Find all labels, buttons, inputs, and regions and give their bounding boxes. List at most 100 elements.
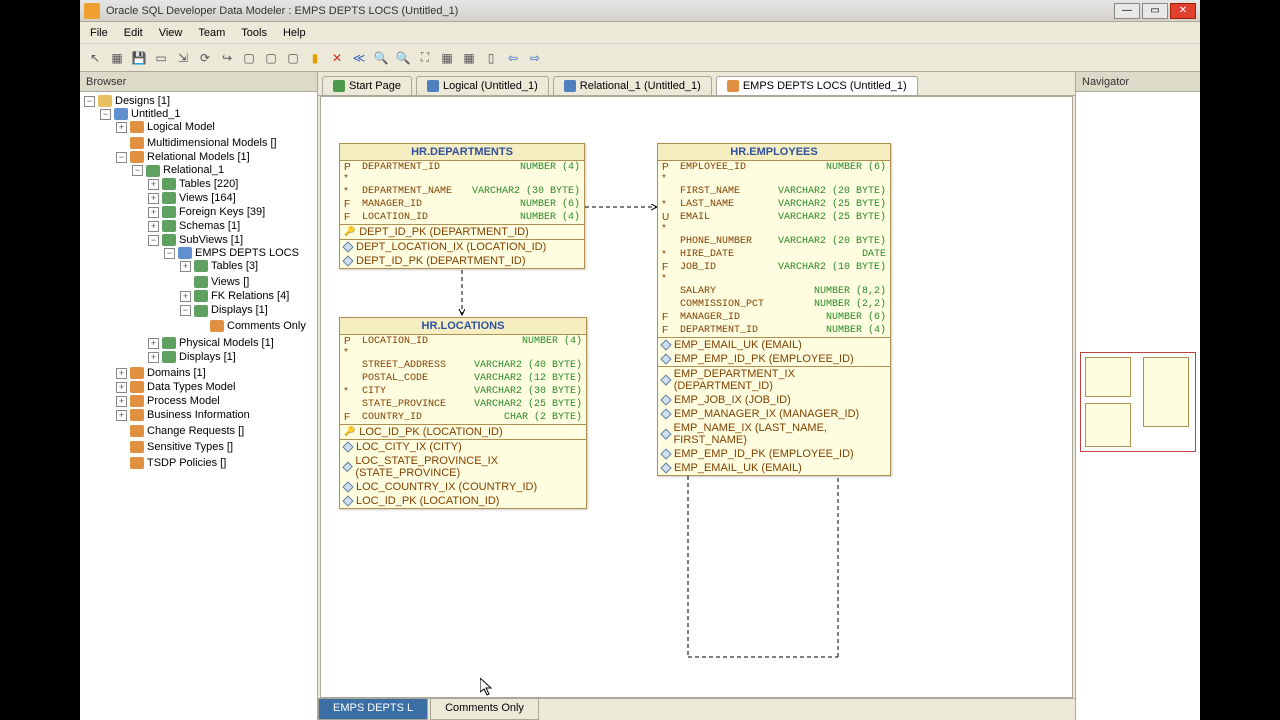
- rewind-icon[interactable]: ≪: [350, 49, 368, 67]
- box2-icon[interactable]: ▢: [262, 49, 280, 67]
- grid-icon[interactable]: ▦: [108, 49, 126, 67]
- entity-title: HR.LOCATIONS: [340, 318, 586, 335]
- editor-tabstrip: Start Page Logical (Untitled_1) Relation…: [318, 72, 1075, 96]
- menu-edit[interactable]: Edit: [118, 25, 149, 41]
- entity-title: HR.DEPARTMENTS: [340, 144, 584, 161]
- import-icon[interactable]: ⇲: [174, 49, 192, 67]
- tree-sensitive[interactable]: Sensitive Types []: [147, 441, 233, 453]
- relational-icon: [564, 80, 576, 92]
- subview-icon: [727, 80, 739, 92]
- column-row: FCOUNTRY_IDCHAR (2 BYTE): [340, 411, 586, 424]
- save-icon[interactable]: 💾: [130, 49, 148, 67]
- tree-relational1[interactable]: Relational_1: [163, 164, 224, 176]
- entity-employees[interactable]: HR.EMPLOYEES P *EMPLOYEE_IDNUMBER (6)FIR…: [657, 143, 891, 476]
- tree-emps-subview[interactable]: EMPS DEPTS LOCS: [195, 247, 299, 259]
- menu-tools[interactable]: Tools: [235, 25, 273, 41]
- toolbar: ↖ ▦ 💾 ▭ ⇲ ⟳ ↪ ▢ ▢ ▢ ▮ ✕ ≪ 🔍 🔍 ⛶ ▦ ▦ ▯ ⇦ …: [80, 44, 1200, 72]
- tree-tsdp[interactable]: TSDP Policies []: [147, 457, 226, 469]
- column-row: STATE_PROVINCEVARCHAR2 (25 BYTE): [340, 398, 586, 411]
- index-row: EMP_NAME_IX (LAST_NAME, FIRST_NAME): [658, 421, 890, 447]
- layout1-icon[interactable]: ▦: [438, 49, 456, 67]
- column-row: P *LOCATION_IDNUMBER (4): [340, 335, 586, 359]
- tree-tables[interactable]: Tables [220]: [179, 178, 238, 190]
- column-row: P *EMPLOYEE_IDNUMBER (6): [658, 161, 890, 185]
- pointer-icon[interactable]: ↖: [86, 49, 104, 67]
- browser-header[interactable]: Browser: [80, 72, 317, 92]
- app-icon: [84, 3, 100, 19]
- pk-row: LOC_ID_PK (LOCATION_ID): [340, 425, 586, 439]
- tree-logical-model[interactable]: Logical Model: [147, 121, 215, 133]
- note-icon[interactable]: ▮: [306, 49, 324, 67]
- tree-physical[interactable]: Physical Models [1]: [179, 337, 274, 349]
- tree-fk-relations[interactable]: FK Relations [4]: [211, 290, 289, 302]
- navigator-header[interactable]: Navigator: [1076, 72, 1200, 92]
- layout3-icon[interactable]: ▯: [482, 49, 500, 67]
- tree-change[interactable]: Change Requests []: [147, 425, 244, 437]
- tree-domains[interactable]: Domains [1]: [147, 367, 206, 379]
- tree-relational-models[interactable]: Relational Models [1]: [147, 151, 250, 163]
- column-row: FMANAGER_IDNUMBER (6): [658, 311, 890, 324]
- tab-start-page[interactable]: Start Page: [322, 76, 412, 95]
- titlebar[interactable]: Oracle SQL Developer Data Modeler : EMPS…: [80, 0, 1200, 22]
- index-row: DEPT_ID_PK (DEPARTMENT_ID): [340, 254, 584, 268]
- tree-untitled[interactable]: Untitled_1: [131, 108, 181, 120]
- tree-multidim[interactable]: Multidimensional Models []: [147, 137, 277, 149]
- box1-icon[interactable]: ▢: [240, 49, 258, 67]
- diagram-canvas[interactable]: HR.DEPARTMENTS P *DEPARTMENT_IDNUMBER (4…: [320, 96, 1073, 698]
- tree-fkeys[interactable]: Foreign Keys [39]: [179, 206, 265, 218]
- box3-icon[interactable]: ▢: [284, 49, 302, 67]
- index-row: EMP_JOB_IX (JOB_ID): [658, 393, 890, 407]
- delete-icon[interactable]: ✕: [328, 49, 346, 67]
- column-row: FIRST_NAMEVARCHAR2 (20 BYTE): [658, 185, 890, 198]
- index-row: LOC_STATE_PROVINCE_IX (STATE_PROVINCE): [340, 454, 586, 480]
- tree-displays[interactable]: Displays [1]: [211, 304, 268, 316]
- column-row: FDEPARTMENT_IDNUMBER (4): [658, 324, 890, 337]
- index-row: EMP_EMP_ID_PK (EMPLOYEE_ID): [658, 447, 890, 461]
- menu-help[interactable]: Help: [277, 25, 312, 41]
- zoom-in-icon[interactable]: 🔍: [372, 49, 390, 67]
- nav-fwd-icon[interactable]: ⇨: [526, 49, 544, 67]
- entity-departments[interactable]: HR.DEPARTMENTS P *DEPARTMENT_IDNUMBER (4…: [339, 143, 585, 269]
- column-row: F *JOB_IDVARCHAR2 (10 BYTE): [658, 261, 890, 285]
- tree-datatypes[interactable]: Data Types Model: [147, 381, 235, 393]
- tree-views[interactable]: Views [164]: [179, 192, 236, 204]
- tree-designs[interactable]: Designs [1]: [115, 95, 170, 107]
- tab-relational[interactable]: Relational_1 (Untitled_1): [553, 76, 712, 95]
- menu-view[interactable]: View: [153, 25, 189, 41]
- table-icon[interactable]: ▭: [152, 49, 170, 67]
- tree-subviews[interactable]: SubViews [1]: [179, 234, 243, 246]
- tree-schemas[interactable]: Schemas [1]: [179, 220, 240, 232]
- refresh-icon[interactable]: ⟳: [196, 49, 214, 67]
- menu-team[interactable]: Team: [192, 25, 231, 41]
- fit-icon[interactable]: ⛶: [416, 49, 434, 67]
- column-row: P *DEPARTMENT_IDNUMBER (4): [340, 161, 584, 185]
- tab-logical[interactable]: Logical (Untitled_1): [416, 76, 549, 95]
- nav-back-icon[interactable]: ⇦: [504, 49, 522, 67]
- tree-sub-views[interactable]: Views []: [211, 276, 249, 288]
- bottom-tab-emps[interactable]: EMPS DEPTS L: [318, 699, 428, 720]
- column-row: STREET_ADDRESSVARCHAR2 (40 BYTE): [340, 359, 586, 372]
- maximize-button[interactable]: ▭: [1142, 3, 1168, 19]
- menu-file[interactable]: File: [84, 25, 114, 41]
- navigator-preview[interactable]: [1080, 352, 1196, 452]
- tree-process[interactable]: Process Model: [147, 395, 220, 407]
- close-button[interactable]: ✕: [1170, 3, 1196, 19]
- browser-tree[interactable]: −Designs [1] −Untitled_1 +Logical Model …: [80, 92, 317, 720]
- index-row: EMP_EMP_ID_PK (EMPLOYEE_ID): [658, 352, 890, 366]
- tree-sub-tables[interactable]: Tables [3]: [211, 260, 258, 272]
- entity-locations[interactable]: HR.LOCATIONS P *LOCATION_IDNUMBER (4)STR…: [339, 317, 587, 509]
- browser-panel: Browser −Designs [1] −Untitled_1 +Logica…: [80, 72, 318, 720]
- tab-emps[interactable]: EMPS DEPTS LOCS (Untitled_1): [716, 76, 918, 95]
- entity-title: HR.EMPLOYEES: [658, 144, 890, 161]
- tree-business[interactable]: Business Information: [147, 409, 250, 421]
- bottom-tab-comments[interactable]: Comments Only: [430, 699, 539, 720]
- layout2-icon[interactable]: ▦: [460, 49, 478, 67]
- zoom-out-icon[interactable]: 🔍: [394, 49, 412, 67]
- tree-comments-only[interactable]: Comments Only: [227, 320, 306, 332]
- column-row: *DEPARTMENT_NAMEVARCHAR2 (30 BYTE): [340, 185, 584, 198]
- column-row: U *EMAILVARCHAR2 (25 BYTE): [658, 211, 890, 235]
- tree-displays2[interactable]: Displays [1]: [179, 351, 236, 363]
- minimize-button[interactable]: —: [1114, 3, 1140, 19]
- menubar: File Edit View Team Tools Help: [80, 22, 1200, 44]
- redo-icon[interactable]: ↪: [218, 49, 236, 67]
